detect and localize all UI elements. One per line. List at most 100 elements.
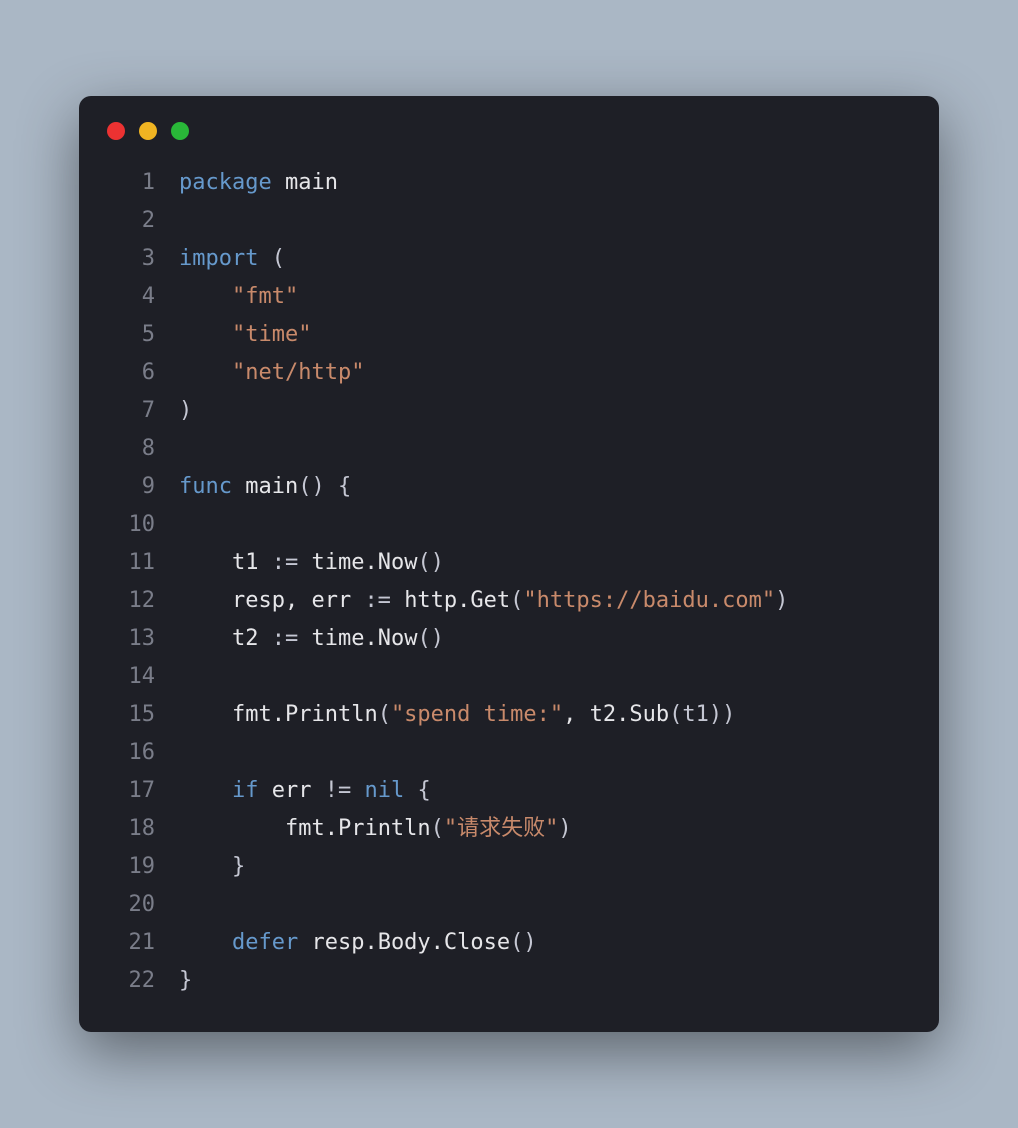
line-content	[179, 886, 192, 924]
line-number: 3	[107, 240, 155, 278]
token-punct: {	[404, 778, 431, 803]
token-punct: ()	[417, 626, 444, 651]
code-line: 9 func main() {	[107, 468, 911, 506]
close-icon[interactable]	[107, 122, 125, 140]
token-str: "请求失败"	[444, 816, 559, 841]
line-content: if err != nil {	[179, 772, 431, 810]
token-fn	[179, 360, 232, 385]
code-line: 12 resp, err := http.Get("https://baidu.…	[107, 582, 911, 620]
token-str: "net/http"	[232, 360, 364, 385]
line-number: 9	[107, 468, 155, 506]
code-block: 1package main2 3import (4 "fmt"5 "time"6…	[107, 164, 911, 1000]
token-kw: if	[232, 778, 272, 803]
token-fn: Sub	[629, 702, 669, 727]
code-line: 1package main	[107, 164, 911, 202]
token-punct: )	[775, 588, 788, 613]
line-number: 18	[107, 810, 155, 848]
line-number: 14	[107, 658, 155, 696]
code-line: 20	[107, 886, 911, 924]
token-fn: main	[245, 474, 298, 499]
line-content: t1 := time.Now()	[179, 544, 444, 582]
token-punct: (	[272, 246, 285, 271]
code-line: 18 fmt.Println("请求失败")	[107, 810, 911, 848]
code-line: 2	[107, 202, 911, 240]
maximize-icon[interactable]	[171, 122, 189, 140]
token-fn: t1	[179, 550, 272, 575]
token-op: :=	[364, 588, 404, 613]
line-content: }	[179, 848, 245, 886]
line-content	[179, 430, 192, 468]
line-number: 13	[107, 620, 155, 658]
line-content: defer resp.Body.Close()	[179, 924, 537, 962]
token-fn	[179, 322, 232, 347]
token-punct: )	[558, 816, 571, 841]
token-str: "spend time:"	[391, 702, 563, 727]
token-fn: http.	[404, 588, 470, 613]
line-content: fmt.Println("请求失败")	[179, 810, 572, 848]
token-fn: time.	[311, 626, 377, 651]
line-content: t2 := time.Now()	[179, 620, 444, 658]
token-fn: Now	[378, 550, 418, 575]
token-fn	[179, 930, 232, 955]
line-content	[179, 202, 192, 240]
line-number: 17	[107, 772, 155, 810]
code-line: 16	[107, 734, 911, 772]
line-number: 15	[107, 696, 155, 734]
line-number: 7	[107, 392, 155, 430]
line-content	[179, 658, 192, 696]
line-content: func main() {	[179, 468, 351, 506]
token-kw: package	[179, 170, 285, 195]
code-line: 4 "fmt"	[107, 278, 911, 316]
token-op: :=	[272, 550, 312, 575]
code-line: 6 "net/http"	[107, 354, 911, 392]
token-fn: Get	[470, 588, 510, 613]
line-number: 10	[107, 506, 155, 544]
token-punct: (	[510, 588, 523, 613]
line-content: "fmt"	[179, 278, 298, 316]
code-line: 19 }	[107, 848, 911, 886]
token-kw: import	[179, 246, 272, 271]
token-punct: }	[179, 854, 245, 879]
token-kw: func	[179, 474, 245, 499]
line-number: 16	[107, 734, 155, 772]
line-content: fmt.Println("spend time:", t2.Sub(t1))	[179, 696, 735, 734]
minimize-icon[interactable]	[139, 122, 157, 140]
token-kw: defer	[232, 930, 311, 955]
token-punct: ()	[417, 550, 444, 575]
code-line: 14	[107, 658, 911, 696]
code-line: 5 "time"	[107, 316, 911, 354]
code-line: 3 import (	[107, 240, 911, 278]
window-titlebar	[107, 122, 911, 140]
code-line: 10	[107, 506, 911, 544]
token-fn: Println	[285, 702, 378, 727]
line-content: package main	[179, 164, 338, 202]
token-op: !=	[325, 778, 365, 803]
token-fn: fmt.	[179, 702, 285, 727]
line-content: "net/http"	[179, 354, 364, 392]
line-content: "time"	[179, 316, 311, 354]
token-str: "fmt"	[232, 284, 298, 309]
line-content: resp, err := http.Get("https://baidu.com…	[179, 582, 788, 620]
token-fn: resp, err	[179, 588, 364, 613]
token-str: "time"	[232, 322, 311, 347]
line-content: )	[179, 392, 192, 430]
token-str: "https://baidu.com"	[523, 588, 775, 613]
line-number: 11	[107, 544, 155, 582]
line-number: 5	[107, 316, 155, 354]
line-number: 20	[107, 886, 155, 924]
token-fn: , t2.	[563, 702, 629, 727]
token-fn: fmt.	[179, 816, 338, 841]
token-punct: (t1))	[669, 702, 735, 727]
token-punct: (	[378, 702, 391, 727]
token-punct: }	[179, 968, 192, 993]
line-number: 21	[107, 924, 155, 962]
line-number: 19	[107, 848, 155, 886]
code-line: 15 fmt.Println("spend time:", t2.Sub(t1)…	[107, 696, 911, 734]
line-number: 12	[107, 582, 155, 620]
token-punct: ()	[510, 930, 537, 955]
token-fn: Now	[378, 626, 418, 651]
code-line: 8	[107, 430, 911, 468]
code-line: 11 t1 := time.Now()	[107, 544, 911, 582]
token-fn: err	[272, 778, 325, 803]
token-punct: (	[431, 816, 444, 841]
